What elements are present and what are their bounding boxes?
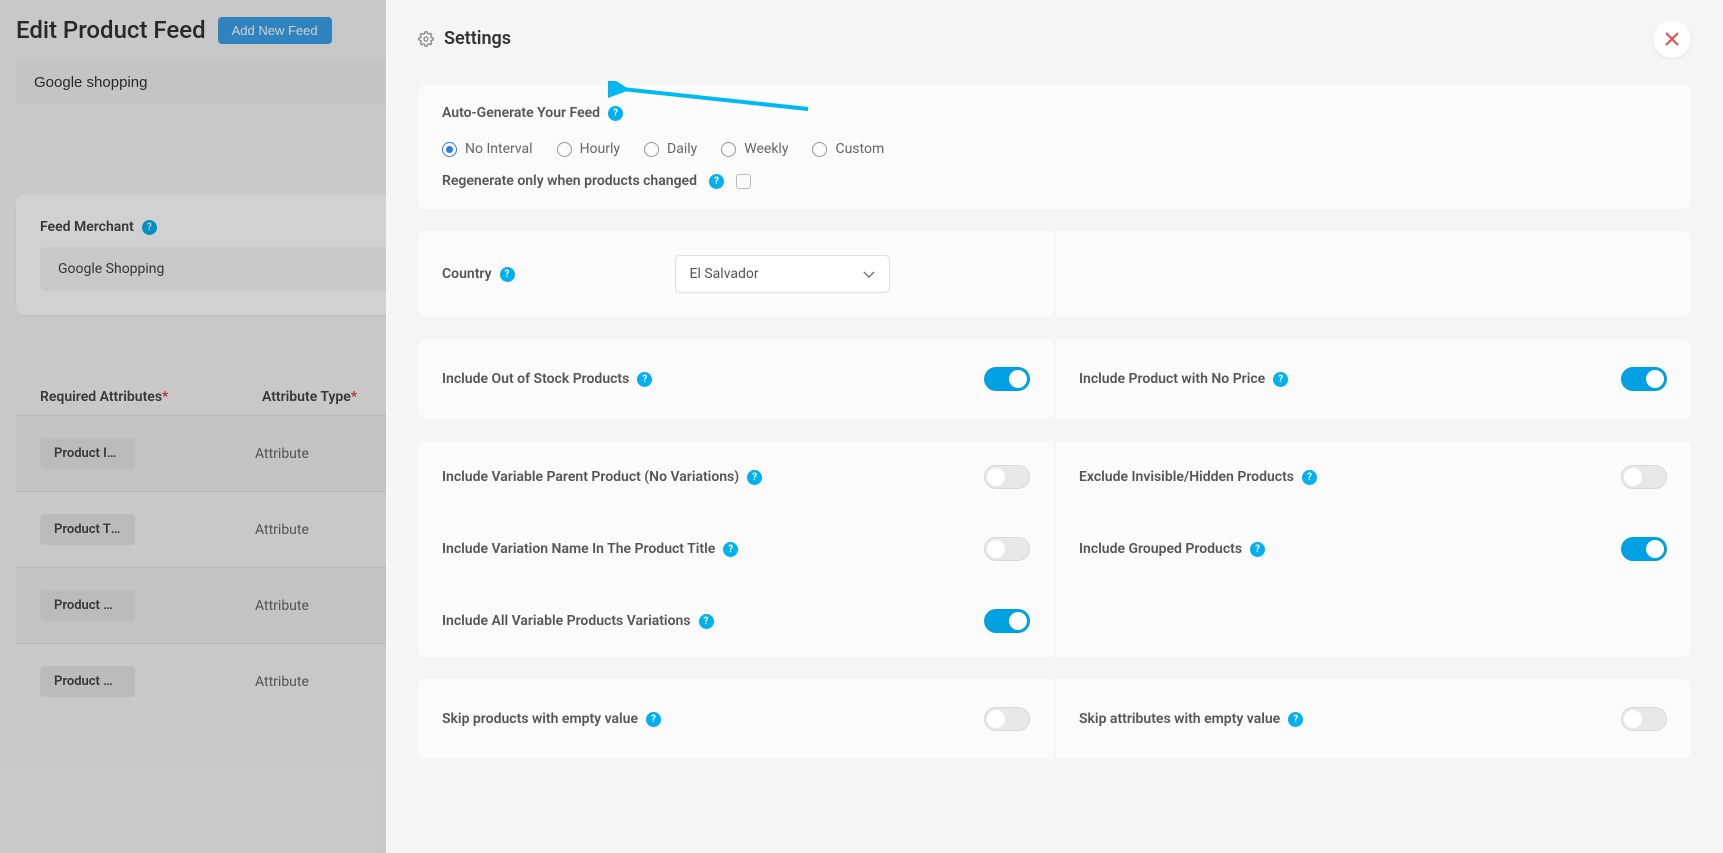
label-text: Include Grouped Products [1079,541,1242,557]
variable-parent-label: Include Variable Parent Product (No Vari… [442,469,762,485]
radio-daily[interactable]: Daily [644,141,697,157]
toggle-grouped-cell: Include Grouped Products ? [1055,513,1691,585]
country-label-text: Country [442,266,492,282]
toggle-row: Skip products with empty value ? Skip at… [418,679,1691,759]
regenerate-checkbox[interactable] [736,174,751,189]
settings-panel: Settings Auto-Generate Your Feed ? No In… [386,0,1723,853]
no-price-label: Include Product with No Price ? [1079,371,1288,387]
radio-icon [644,142,659,157]
radio-label: Custom [835,141,884,157]
grouped-toggle[interactable] [1621,537,1667,561]
help-icon[interactable]: ? [699,614,714,629]
toggle-variation-name-cell: Include Variation Name In The Product Ti… [418,513,1054,585]
chevron-down-icon [863,271,875,278]
toggle-no-price-cell: Include Product with No Price ? [1055,339,1691,419]
help-icon[interactable]: ? [608,106,623,121]
close-icon [1665,32,1679,46]
help-icon[interactable]: ? [709,174,724,189]
help-icon[interactable]: ? [1273,372,1288,387]
help-icon[interactable]: ? [747,470,762,485]
skip-attrs-toggle[interactable] [1621,707,1667,731]
radio-no-interval[interactable]: No Interval [442,141,533,157]
label-text: Include Variation Name In The Product Ti… [442,541,715,557]
label-text: Include Out of Stock Products [442,371,629,387]
exclude-hidden-toggle[interactable] [1621,465,1667,489]
country-select[interactable]: El Salvador [675,255,890,293]
help-icon[interactable]: ? [646,712,661,727]
label-text: Include Product with No Price [1079,371,1265,387]
variation-name-toggle[interactable] [984,537,1030,561]
help-icon[interactable]: ? [1288,712,1303,727]
close-button[interactable] [1653,20,1691,58]
regenerate-label: Regenerate only when products changed [442,173,697,189]
toggle-exclude-hidden-cell: Exclude Invisible/Hidden Products ? [1055,441,1691,513]
country-card: Country ? El Salvador [418,231,1691,317]
toggle-row: Include Out of Stock Products ? Include … [418,339,1691,419]
auto-generate-card: Auto-Generate Your Feed ? No Interval Ho… [418,85,1691,209]
regenerate-row: Regenerate only when products changed ? [442,173,1667,189]
radio-custom[interactable]: Custom [812,141,884,157]
country-cell: Country ? El Salvador [418,231,1055,317]
radio-label: Hourly [580,141,620,157]
out-of-stock-label: Include Out of Stock Products ? [442,371,652,387]
skip-products-label: Skip products with empty value ? [442,711,661,727]
panel-header: Settings [418,28,1691,49]
out-of-stock-toggle[interactable] [984,367,1030,391]
radio-hourly[interactable]: Hourly [557,141,620,157]
auto-generate-label-text: Auto-Generate Your Feed [442,105,600,121]
label-text: Include Variable Parent Product (No Vari… [442,469,739,485]
radio-label: No Interval [465,141,533,157]
country-cell-empty [1055,231,1691,317]
toggle-col-left: Include Variable Parent Product (No Vari… [418,441,1055,657]
radio-icon [812,142,827,157]
variation-name-label: Include Variation Name In The Product Ti… [442,541,738,557]
help-icon[interactable]: ? [1250,542,1265,557]
variable-parent-toggle[interactable] [984,465,1030,489]
help-icon[interactable]: ? [637,372,652,387]
toggle-out-of-stock-cell: Include Out of Stock Products ? [418,339,1055,419]
radio-icon [442,142,457,157]
toggle-skip-attrs-cell: Skip attributes with empty value ? [1055,679,1691,759]
toggle-col-right: Exclude Invisible/Hidden Products ? Incl… [1055,441,1691,657]
exclude-hidden-label: Exclude Invisible/Hidden Products ? [1079,469,1317,485]
all-variable-label: Include All Variable Products Variations… [442,613,714,629]
radio-weekly[interactable]: Weekly [721,141,788,157]
radio-label: Weekly [744,141,788,157]
grouped-label: Include Grouped Products ? [1079,541,1265,557]
all-variable-toggle[interactable] [984,609,1030,633]
skip-attrs-label: Skip attributes with empty value ? [1079,711,1303,727]
skip-products-toggle[interactable] [984,707,1030,731]
help-icon[interactable]: ? [500,267,515,282]
toggle-group: Include Variable Parent Product (No Vari… [418,441,1691,657]
radio-icon [721,142,736,157]
label-text: Exclude Invisible/Hidden Products [1079,469,1294,485]
toggle-variable-parent-cell: Include Variable Parent Product (No Vari… [418,441,1054,513]
auto-generate-label: Auto-Generate Your Feed ? [442,105,1667,121]
label-text: Skip attributes with empty value [1079,711,1280,727]
radio-label: Daily [667,141,697,157]
gear-icon [418,31,434,47]
interval-radio-group: No Interval Hourly Daily Weekly Custom [442,141,1667,157]
radio-icon [557,142,572,157]
toggle-all-variable-cell: Include All Variable Products Variations… [418,585,1054,657]
help-icon[interactable]: ? [723,542,738,557]
help-icon[interactable]: ? [1302,470,1317,485]
label-text: Include All Variable Products Variations [442,613,691,629]
country-label: Country ? [442,266,515,282]
no-price-toggle[interactable] [1621,367,1667,391]
label-text: Skip products with empty value [442,711,638,727]
toggle-skip-products-cell: Skip products with empty value ? [418,679,1055,759]
country-value: El Salvador [690,266,759,282]
panel-title: Settings [444,28,511,49]
